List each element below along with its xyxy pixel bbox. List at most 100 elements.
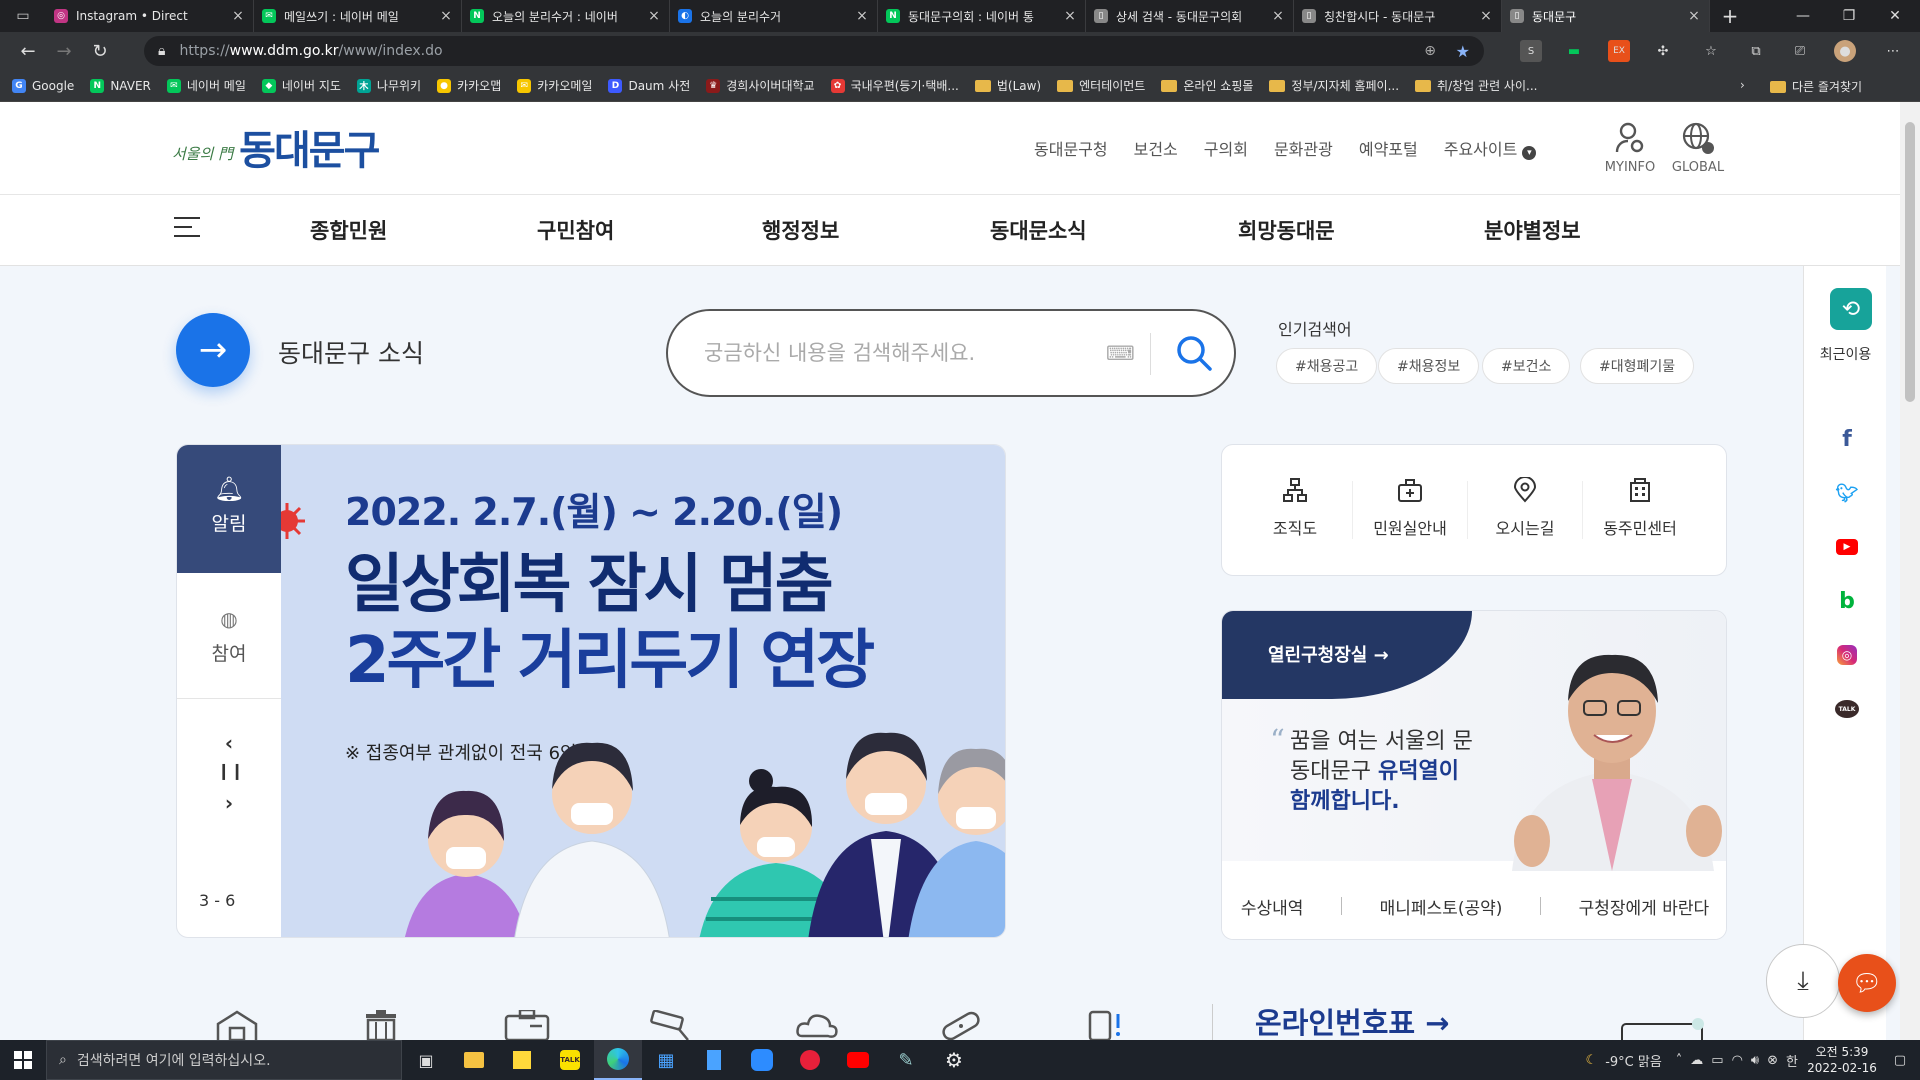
id-card-icon[interactable]: [504, 1010, 550, 1040]
bookmark-item[interactable]: D Daum 사전: [608, 77, 690, 94]
popular-tag[interactable]: #보건소: [1482, 348, 1571, 384]
band-icon[interactable]: b: [1834, 588, 1860, 614]
quick-menu-item[interactable]: 동주민센터: [1583, 473, 1697, 539]
tab-close-icon[interactable]: ×: [1271, 8, 1285, 24]
bookmark-item[interactable]: ● 카카오맵: [437, 77, 501, 94]
news-label[interactable]: 동대문구 소식: [278, 334, 424, 370]
more-menu-icon[interactable]: ⋯: [1882, 40, 1904, 62]
extension-s-icon[interactable]: S: [1520, 40, 1542, 62]
cctv-icon[interactable]: [648, 1010, 694, 1040]
tab-join[interactable]: ◍ 참여: [177, 573, 281, 699]
extension-ex-icon[interactable]: EX: [1608, 40, 1630, 62]
top-link[interactable]: 예약포털: [1359, 136, 1418, 160]
browser-tab[interactable]: ◎ Instagram • Direct ×: [46, 0, 254, 32]
zoom-icon[interactable]: ⊕: [1424, 43, 1436, 59]
facebook-icon[interactable]: f: [1834, 426, 1860, 452]
battery-icon[interactable]: ▭: [1711, 1053, 1723, 1068]
profile-avatar[interactable]: ●: [1834, 40, 1856, 62]
bookmark-item[interactable]: ♛ 경희사이버대학교: [706, 77, 815, 94]
menu-icon[interactable]: [174, 217, 200, 239]
quick-menu-item[interactable]: 민원실안내: [1353, 473, 1467, 539]
favorites-icon[interactable]: ☆: [1700, 40, 1722, 62]
ime-icon[interactable]: ⊗: [1767, 1053, 1778, 1068]
bookmark-item[interactable]: 정부/지자체 홈페이...: [1269, 77, 1399, 94]
mayor-link[interactable]: 매니페스토(공약): [1380, 894, 1503, 919]
task-view-icon[interactable]: ▣: [402, 1040, 450, 1080]
browser-tab[interactable]: ▯ 상세 검색 - 동대문구의회 ×: [1086, 0, 1294, 32]
mayor-link[interactable]: 수상내역: [1241, 894, 1304, 919]
tab-alert[interactable]: 🔔︎ 알림: [177, 445, 281, 573]
bookmark-item[interactable]: ✉ 카카오메일: [517, 77, 592, 94]
quick-menu-item[interactable]: 조직도: [1238, 473, 1352, 539]
wifi-icon[interactable]: ◠: [1732, 1053, 1743, 1068]
top-link[interactable]: 문화관광: [1274, 136, 1333, 160]
slide-prev-icon[interactable]: ‹: [217, 731, 241, 755]
bookmark-item[interactable]: 木 나무위키: [356, 77, 421, 94]
new-tab-button[interactable]: +: [1710, 0, 1750, 32]
volume-icon[interactable]: 🔊︎: [1751, 1053, 1759, 1068]
nav-item[interactable]: 구민참여: [537, 215, 614, 245]
trash-icon[interactable]: [358, 1010, 404, 1040]
tray-chevron-icon[interactable]: ˄: [1676, 1053, 1683, 1068]
nav-item[interactable]: 분야별정보: [1484, 215, 1581, 245]
youtube-icon[interactable]: ▶: [1834, 534, 1860, 560]
top-link[interactable]: 구의회: [1204, 136, 1248, 160]
browser-tab[interactable]: N 오늘의 분리수거 : 네이버 ×: [462, 0, 670, 32]
bookmark-item[interactable]: G Google: [12, 78, 74, 93]
nav-item[interactable]: 행정정보: [762, 215, 839, 245]
mayor-link[interactable]: 구청장에게 바란다: [1579, 894, 1710, 919]
search-icon[interactable]: [1172, 331, 1216, 375]
weather-icon[interactable]: [794, 1010, 840, 1040]
browser-tab[interactable]: ▯ 칭찬합시다 - 동대문구 ×: [1294, 0, 1502, 32]
top-link[interactable]: 보건소: [1134, 136, 1178, 160]
extension-naver-icon[interactable]: ▬: [1563, 40, 1585, 62]
tab-close-icon[interactable]: ×: [231, 8, 245, 24]
youtube-app-icon[interactable]: [834, 1040, 882, 1080]
browser-tab[interactable]: N 동대문구의회 : 네이버 통 ×: [878, 0, 1086, 32]
media-player-icon[interactable]: [786, 1040, 834, 1080]
tab-close-icon[interactable]: ×: [1479, 8, 1493, 24]
restore-icon[interactable]: ❐: [1826, 0, 1872, 32]
main-banner[interactable]: 2022. 2.7.(월) ~ 2.20.(일) 일상회복 잠시 멈춤 2주간 …: [281, 445, 1005, 937]
notification-icon[interactable]: ▢: [1880, 1053, 1920, 1068]
kakaotalk-app-icon[interactable]: TALK: [546, 1040, 594, 1080]
kakaotalk-icon[interactable]: TALK: [1834, 696, 1860, 722]
notepad-icon[interactable]: [690, 1040, 738, 1080]
sticky-notes-icon[interactable]: [498, 1040, 546, 1080]
file-explorer-icon[interactable]: [450, 1040, 498, 1080]
tab-close-icon[interactable]: ×: [1063, 8, 1077, 24]
recent-history-icon[interactable]: ⟲: [1830, 288, 1872, 330]
slide-next-icon[interactable]: ›: [217, 791, 241, 815]
tab-close-icon[interactable]: ×: [647, 8, 661, 24]
browser-tab[interactable]: ◐ 오늘의 분리수거 ×: [670, 0, 878, 32]
instagram-icon[interactable]: ◎: [1834, 642, 1860, 668]
collections-icon[interactable]: ⧉: [1745, 40, 1767, 62]
tab-close-icon[interactable]: ×: [1687, 8, 1701, 24]
bookmark-item[interactable]: N NAVER: [90, 78, 151, 93]
bookmark-item[interactable]: 엔터테이먼트: [1057, 77, 1145, 94]
global-button[interactable]: GLOBAL: [1658, 120, 1738, 175]
bookmark-item[interactable]: 취/창업 관련 사이...: [1415, 77, 1537, 94]
quick-menu-item[interactable]: 오시는길: [1468, 473, 1582, 539]
bookmark-item[interactable]: 법(Law): [974, 77, 1041, 94]
popular-tag[interactable]: #채용정보: [1378, 348, 1480, 384]
browser-tab[interactable]: ▯ 동대문구 ×: [1502, 0, 1710, 32]
windows-start-icon[interactable]: [0, 1040, 46, 1080]
forward-icon[interactable]: →: [46, 35, 82, 67]
home-icon[interactable]: [214, 1010, 260, 1040]
bookmark-other[interactable]: 다른 즐겨찾기: [1770, 78, 1862, 95]
search-input[interactable]: [704, 337, 1064, 369]
page-scrollbar[interactable]: [1900, 102, 1920, 1040]
refresh-icon[interactable]: ↻: [82, 35, 118, 67]
mobile-alert-icon[interactable]: [1082, 1010, 1128, 1040]
nav-item[interactable]: 동대문소식: [990, 215, 1087, 245]
slide-pause-icon[interactable]: ❙❙: [217, 761, 244, 780]
nav-item[interactable]: 종합민원: [310, 215, 387, 245]
bookmark-item[interactable]: ◆ 네이버 지도: [261, 77, 341, 94]
chatbot-icon[interactable]: 💬︎: [1838, 954, 1896, 1012]
recent-label[interactable]: 최근이용: [1804, 344, 1887, 364]
tab-close-icon[interactable]: ×: [855, 8, 869, 24]
weather-text[interactable]: -9°C 맑음: [1605, 1051, 1662, 1070]
extensions-puzzle-icon[interactable]: ✣: [1652, 40, 1674, 62]
url-field[interactable]: 🔒︎ https://www.ddm.go.kr/www/index.do ⊕ …: [144, 36, 1484, 66]
